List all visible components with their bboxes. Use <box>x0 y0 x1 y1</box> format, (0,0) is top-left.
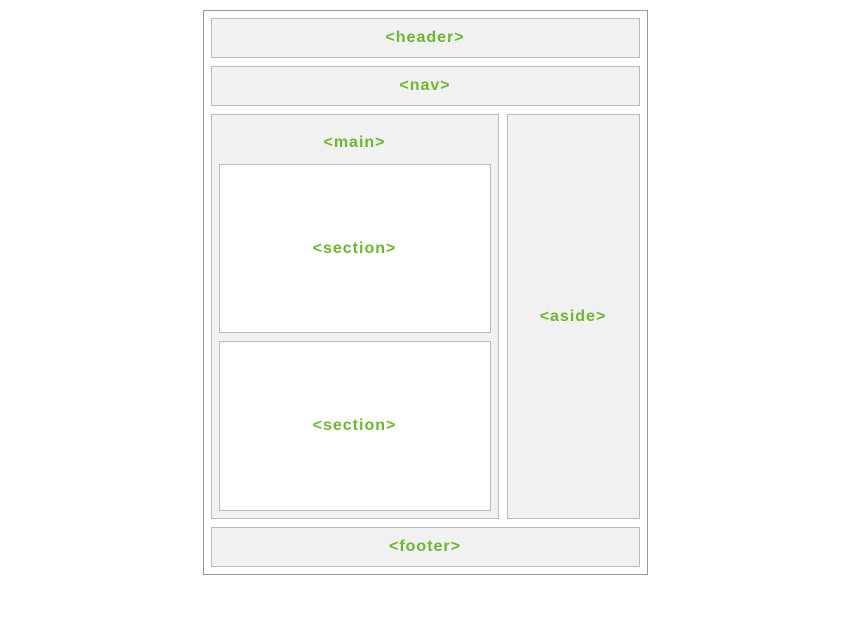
footer-label: <footer> <box>389 538 461 556</box>
layout-diagram: <header> <nav> <main> <section> <section… <box>203 10 648 575</box>
footer-region: <footer> <box>211 527 640 567</box>
header-label: <header> <box>385 29 464 47</box>
middle-row: <main> <section> <section> <aside> <box>211 114 640 519</box>
aside-label: <aside> <box>540 308 607 326</box>
section-region-1: <section> <box>219 164 491 334</box>
aside-region: <aside> <box>507 114 640 519</box>
main-region: <main> <section> <section> <box>211 114 499 519</box>
section-region-2: <section> <box>219 341 491 511</box>
nav-label: <nav> <box>399 77 450 95</box>
main-label-wrap: <main> <box>323 122 385 164</box>
nav-region: <nav> <box>211 66 640 106</box>
header-region: <header> <box>211 18 640 58</box>
section-label-2: <section> <box>313 417 397 435</box>
main-label: <main> <box>323 134 385 152</box>
section-label-1: <section> <box>313 240 397 258</box>
